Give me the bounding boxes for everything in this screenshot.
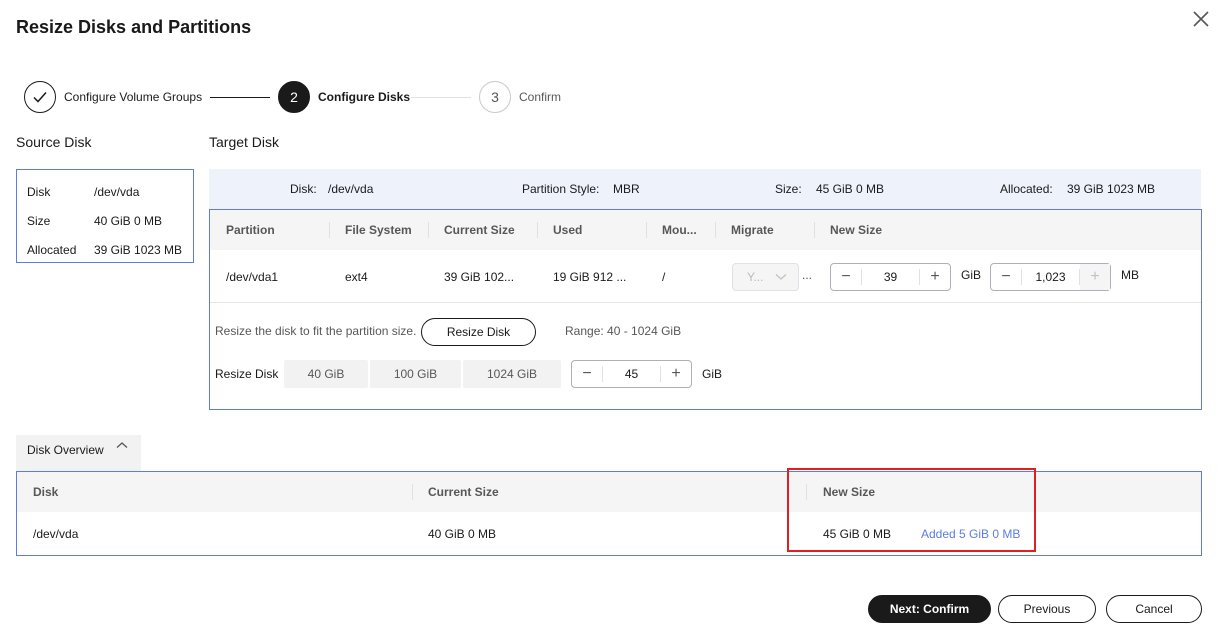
increase-mb-button[interactable]: + <box>1080 264 1110 290</box>
quick-size-40[interactable]: 40 GiB <box>284 360 368 388</box>
target-allocated-value: 39 GiB 1023 MB <box>1067 182 1156 196</box>
migrate-more: ... <box>802 268 813 282</box>
disk-overview-tab[interactable]: Disk Overview <box>16 435 141 471</box>
col-divider <box>428 222 429 238</box>
new-size-gib-value[interactable]: 39 <box>861 269 920 285</box>
dialog-title: Resize Disks and Partitions <box>16 17 252 37</box>
source-disk-panel: Disk /dev/vda Size 40 GiB 0 MB Allocated… <box>16 169 194 263</box>
partition-used: 19 GiB 912 ... <box>553 270 627 284</box>
target-disk-label: Disk: <box>290 182 317 196</box>
partition-file-system: ext4 <box>345 270 368 284</box>
col-new-size: New Size <box>830 223 883 237</box>
source-row-allocated: Allocated 39 GiB 1023 MB <box>27 235 183 264</box>
disk-overview-label: Disk Overview <box>27 443 104 457</box>
chevron-up-icon[interactable] <box>116 441 128 449</box>
col-current-size: Current Size <box>444 223 515 237</box>
resize-hint: Resize the disk to fit the partition siz… <box>215 324 417 338</box>
col-divider <box>329 222 330 238</box>
decrease-mb-button[interactable]: − <box>991 264 1021 290</box>
quick-size-100[interactable]: 100 GiB <box>370 360 461 388</box>
source-disk-heading: Source Disk <box>16 134 92 150</box>
ov-col-current-size: Current Size <box>428 485 499 499</box>
col-divider <box>715 222 716 238</box>
resize-disk-value[interactable]: 45 <box>602 366 661 382</box>
partition-style-value: MBR <box>613 182 640 196</box>
col-divider <box>814 222 815 238</box>
partition-mount: / <box>662 270 666 284</box>
increase-gib-button[interactable]: + <box>920 264 950 290</box>
close-icon[interactable] <box>1190 8 1212 30</box>
ov-disk: /dev/vda <box>33 527 79 541</box>
partition-name: /dev/vda1 <box>226 270 279 284</box>
new-size-gib-unit: GiB <box>961 268 982 282</box>
step-1-label: Configure Volume Groups <box>64 90 203 104</box>
new-size-gib-stepper[interactable]: − 39 + <box>830 263 951 291</box>
step-3-circle: 3 <box>479 81 511 113</box>
resize-disk-label: Resize Disk <box>215 367 279 381</box>
row-divider <box>210 302 1201 303</box>
partition-current-size: 39 GiB 102... <box>444 270 515 284</box>
partition-style-label: Partition Style: <box>522 182 600 196</box>
new-size-mb-unit: MB <box>1121 268 1139 282</box>
step-3-label: Confirm <box>519 90 562 104</box>
source-disk-key: Disk <box>27 184 51 199</box>
chevron-down-icon <box>776 274 787 280</box>
decrease-disk-size-button[interactable]: − <box>572 361 602 387</box>
target-disk-heading: Target Disk <box>209 134 280 150</box>
col-divider <box>646 222 647 238</box>
source-row-disk: Disk /dev/vda <box>27 177 183 206</box>
target-disk-summary: Disk: /dev/vda Partition Style: MBR Size… <box>209 169 1201 209</box>
increase-disk-size-button[interactable]: + <box>661 361 691 387</box>
source-allocated-key: Allocated <box>27 242 77 257</box>
new-size-mb-value[interactable]: 1,023 <box>1021 269 1080 285</box>
resize-disk-stepper[interactable]: − 45 + <box>571 360 692 388</box>
col-mount: Mou... <box>662 223 697 237</box>
new-size-mb-stepper[interactable]: − 1,023 + <box>990 263 1111 291</box>
migrate-select-value: Y... <box>747 270 764 284</box>
new-size-highlight <box>787 468 1036 552</box>
col-divider <box>412 484 413 500</box>
decrease-gib-button[interactable]: − <box>831 264 861 290</box>
target-size-value: 45 GiB 0 MB <box>816 182 885 196</box>
target-disk-value: /dev/vda <box>328 182 374 196</box>
source-size-value: 40 GiB 0 MB <box>94 213 163 228</box>
next-confirm-button[interactable]: Next: Confirm <box>868 595 991 623</box>
step-2-label: Configure Disks <box>318 90 411 104</box>
quick-size-1024[interactable]: 1024 GiB <box>463 360 561 388</box>
ov-col-disk: Disk <box>33 485 59 499</box>
step-1-check-icon <box>24 81 56 113</box>
source-disk-value: /dev/vda <box>94 184 140 199</box>
cancel-button[interactable]: Cancel <box>1106 595 1202 623</box>
migrate-select[interactable]: Y... <box>732 263 799 291</box>
resize-disk-unit: GiB <box>702 367 723 381</box>
col-divider <box>537 222 538 238</box>
col-used: Used <box>553 223 583 237</box>
col-partition: Partition <box>226 223 275 237</box>
step-connector-2 <box>411 97 471 98</box>
resize-disk-button[interactable]: Resize Disk <box>421 318 536 346</box>
partition-table-header: Partition File System Current Size Used … <box>210 210 1201 250</box>
col-file-system: File System <box>345 223 412 237</box>
step-2-circle: 2 <box>278 81 310 113</box>
source-allocated-value: 39 GiB 1023 MB <box>94 242 183 257</box>
ov-current-size: 40 GiB 0 MB <box>428 527 497 541</box>
target-size-label: Size: <box>775 182 802 196</box>
partition-panel: Partition File System Current Size Used … <box>209 209 1202 410</box>
source-row-size: Size 40 GiB 0 MB <box>27 206 183 235</box>
source-size-key: Size <box>27 213 51 228</box>
col-migrate: Migrate <box>731 223 774 237</box>
target-allocated-label: Allocated: <box>1000 182 1053 196</box>
step-connector-1 <box>210 97 270 98</box>
previous-button[interactable]: Previous <box>998 595 1096 623</box>
resize-range: Range: 40 - 1024 GiB <box>565 324 682 338</box>
